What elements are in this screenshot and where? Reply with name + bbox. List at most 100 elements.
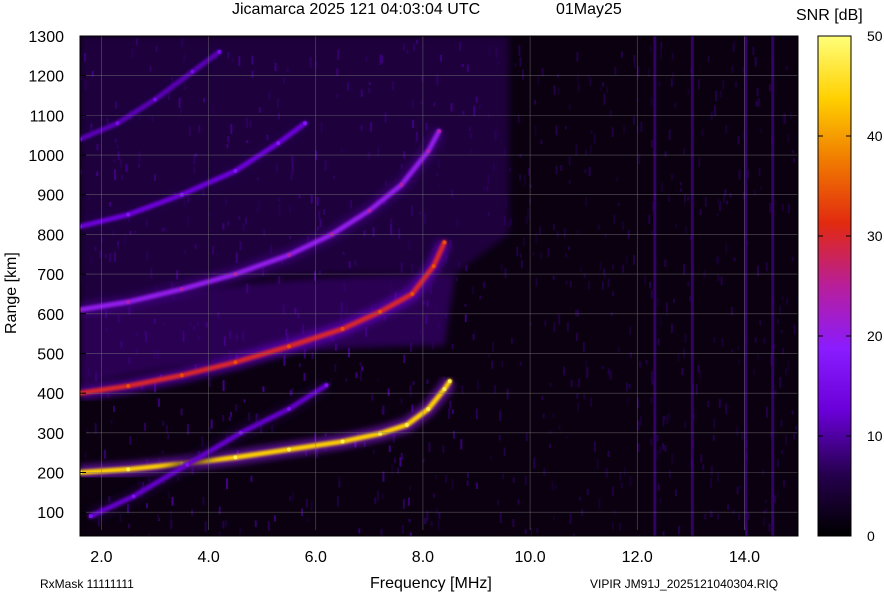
noise-cell — [689, 295, 692, 302]
noise-cell — [437, 519, 440, 530]
noise-cell — [519, 253, 522, 258]
noise-cell — [777, 459, 780, 468]
trace-point — [378, 431, 383, 436]
noise-cell — [411, 404, 414, 412]
noise-cell — [490, 455, 493, 460]
noise-cell — [720, 276, 723, 286]
noise-cell — [730, 348, 733, 353]
noise-cell — [466, 480, 469, 487]
noise-cell — [780, 419, 783, 427]
noise-cell — [382, 405, 385, 415]
noise-cell — [532, 252, 535, 256]
noise-cell — [785, 297, 788, 305]
noise-cell — [586, 367, 589, 379]
noise-cell — [569, 513, 572, 525]
noise-cell — [736, 486, 739, 495]
noise-cell — [509, 218, 512, 226]
noise-cell — [575, 144, 578, 156]
noise-cell — [683, 148, 686, 155]
noise-cell — [758, 167, 761, 176]
noise-cell — [718, 399, 721, 408]
noise-cell — [732, 43, 735, 53]
noise-cell — [509, 167, 512, 172]
noise-cell — [793, 433, 796, 440]
noise-cell — [637, 534, 640, 536]
colorbar: 0 10 20 30 40 50 SNR [dB] — [796, 7, 883, 544]
noise-cell — [599, 262, 602, 270]
x-tick-label: 2.0 — [90, 549, 112, 566]
noise-cell — [671, 52, 674, 61]
noise-cell — [695, 384, 698, 395]
noise-cell — [656, 298, 659, 307]
noise-cell — [573, 533, 576, 536]
y-axis-label: Range [km] — [3, 252, 20, 334]
noise-cell — [784, 368, 787, 376]
colorbar-tick-label: 40 — [867, 128, 883, 144]
trace-point — [126, 467, 131, 472]
noise-cell — [291, 387, 294, 395]
noise-cell — [408, 518, 411, 523]
noise-cell — [330, 378, 333, 385]
noise-cell — [202, 496, 205, 506]
noise-cell — [167, 491, 170, 499]
noise-cell — [524, 475, 527, 486]
noise-cell — [474, 329, 477, 334]
noise-cell — [517, 499, 520, 505]
noise-cell — [208, 426, 211, 433]
noise-cell — [475, 482, 478, 489]
noise-cell — [553, 322, 556, 333]
noise-cell — [157, 514, 160, 520]
noise-cell — [336, 496, 339, 507]
noise-cell — [382, 471, 385, 482]
noise-cell — [637, 443, 640, 452]
noise-cell — [719, 90, 722, 97]
noise-cell — [534, 99, 537, 105]
trace-point — [426, 407, 431, 412]
noise-cell — [757, 98, 760, 107]
noise-cell — [785, 434, 788, 445]
noise-cell — [585, 360, 588, 369]
trace-point — [442, 240, 447, 245]
noise-cell — [376, 490, 379, 501]
trace-point — [404, 422, 409, 427]
noise-cell — [721, 338, 724, 348]
noise-cell — [310, 501, 313, 511]
noise-cell — [552, 516, 555, 521]
noise-cell — [549, 383, 552, 388]
trace-point — [426, 149, 431, 154]
trace-point — [185, 462, 190, 467]
noise-cell — [180, 408, 183, 416]
noise-cell — [621, 51, 624, 58]
noise-cell — [144, 422, 147, 431]
trace-point — [276, 141, 281, 146]
noise-cell — [471, 286, 474, 295]
y-tick-label: 200 — [37, 466, 64, 483]
noise-cell — [780, 329, 783, 334]
noise-cell — [455, 277, 458, 281]
noise-cell — [650, 97, 653, 107]
noise-cell — [500, 263, 503, 272]
y-tick-label: 800 — [37, 227, 64, 244]
noise-cell — [731, 65, 734, 73]
noise-cell — [576, 393, 579, 399]
noise-cell — [289, 389, 292, 396]
noise-cell — [668, 129, 671, 141]
noise-cell — [565, 435, 568, 439]
trace-point — [233, 455, 238, 460]
noise-cell — [657, 338, 660, 346]
noise-cell — [577, 84, 580, 90]
noise-cell — [464, 314, 467, 322]
noise-cell — [338, 477, 341, 481]
noise-cell — [729, 192, 732, 198]
noise-cell — [622, 221, 625, 231]
noise-cell — [656, 450, 659, 460]
noise-cell — [617, 202, 620, 206]
noise-cell — [401, 524, 404, 534]
noise-cell — [722, 80, 725, 90]
noise-cell — [583, 394, 586, 400]
noise-cell — [557, 87, 560, 95]
noise-cell — [623, 125, 626, 134]
noise-cell — [740, 535, 743, 536]
noise-cell — [305, 499, 308, 508]
noise-cell — [777, 319, 780, 324]
